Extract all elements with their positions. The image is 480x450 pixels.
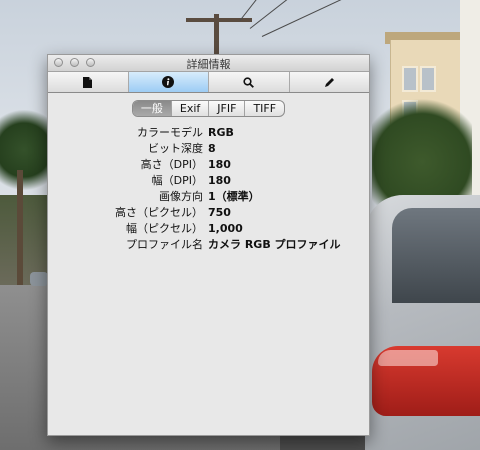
document-tab-button[interactable] <box>48 72 129 92</box>
property-value: 1（標準） <box>208 190 260 203</box>
document-icon <box>83 76 93 88</box>
property-label: プロファイル名 <box>126 238 203 251</box>
info-tab-button[interactable] <box>128 72 209 92</box>
property-label: 幅（DPI） <box>151 174 203 187</box>
annotate-tab-button[interactable] <box>290 72 370 92</box>
property-label: カラーモデル <box>137 126 203 139</box>
property-label: ビット深度 <box>148 142 203 155</box>
property-label: 高さ（DPI） <box>140 158 203 171</box>
property-label: 高さ（ピクセル） <box>115 206 203 219</box>
tab-jfif[interactable]: JFIF <box>209 101 246 116</box>
property-row: 高さ（ピクセル） 750 <box>48 205 369 221</box>
property-row: プロファイル名 カメラ RGB プロファイル <box>48 237 369 253</box>
tab-segmented-control: 一般 Exif JFIF TIFF <box>131 100 286 117</box>
property-row: 画像方向 1（標準） <box>48 189 369 205</box>
property-value: 750 <box>208 206 231 219</box>
property-row: 幅（ピクセル） 1,000 <box>48 221 369 237</box>
inspector-window: 詳細情報 一般 Exif JFIF TIFF カラーモデル RGB ビット深度 … <box>47 54 370 436</box>
property-row: 高さ（DPI） 180 <box>48 157 369 173</box>
info-icon <box>162 76 175 88</box>
metadata-tabs: 一般 Exif JFIF TIFF <box>48 100 369 117</box>
property-value: 8 <box>208 142 216 155</box>
property-label: 幅（ピクセル） <box>126 222 203 235</box>
property-value: カメラ RGB プロファイル <box>208 238 341 251</box>
property-row: カラーモデル RGB <box>48 125 369 141</box>
property-value: 180 <box>208 174 231 187</box>
property-row: 幅（DPI） 180 <box>48 173 369 189</box>
tab-exif[interactable]: Exif <box>172 101 210 116</box>
inspector-toolbar <box>48 72 369 93</box>
tab-tiff[interactable]: TIFF <box>245 101 284 116</box>
search-tab-button[interactable] <box>209 72 290 92</box>
tab-general[interactable]: 一般 <box>132 101 172 116</box>
property-row: ビット深度 8 <box>48 141 369 157</box>
property-label: 画像方向 <box>159 190 203 203</box>
pen-icon <box>324 77 334 87</box>
property-list: カラーモデル RGB ビット深度 8 高さ（DPI） 180 幅（DPI） 18… <box>48 125 369 253</box>
title-bar[interactable]: 詳細情報 <box>48 55 369 72</box>
property-value: RGB <box>208 126 234 139</box>
window-title: 詳細情報 <box>186 58 231 71</box>
search-icon <box>243 76 255 88</box>
property-value: 180 <box>208 158 231 171</box>
property-value: 1,000 <box>208 222 243 235</box>
